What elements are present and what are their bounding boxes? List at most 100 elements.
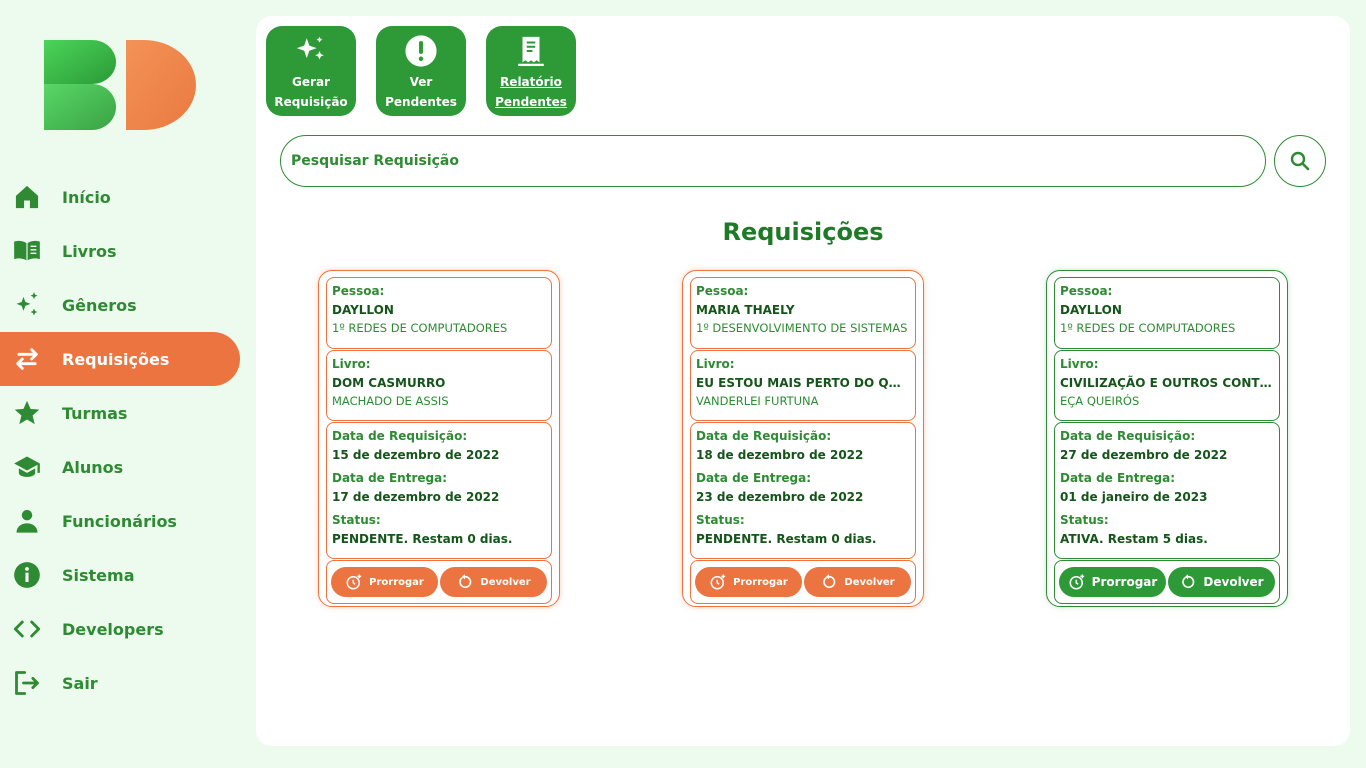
- extend-button[interactable]: Prorrogar: [695, 567, 802, 597]
- return-date-label: Data de Entrega:: [1060, 471, 1175, 485]
- person-label: Pessoa:: [332, 284, 385, 298]
- return-label: Devolver: [480, 576, 531, 588]
- book-label: Livro:: [332, 357, 371, 371]
- extend-label: Prorrogar: [733, 576, 788, 588]
- extend-button[interactable]: Prorrogar: [331, 567, 438, 597]
- sidebar-item-label: Sair: [62, 673, 98, 693]
- pending-report-button[interactable]: Relatório Pendentes: [486, 26, 576, 116]
- return-label: Devolver: [844, 576, 895, 588]
- view-pending-button[interactable]: Ver Pendentes: [376, 26, 466, 116]
- return-label: Devolver: [1203, 575, 1264, 589]
- refresh-icon: [459, 574, 472, 589]
- sidebar-nav: Início Livros Gêneros Requisições Turmas: [0, 170, 256, 710]
- sidebar-item-inicio[interactable]: Início: [0, 170, 240, 224]
- book-author: MACHADO DE ASSIS: [332, 394, 449, 408]
- card-actions: Prorrogar Devolver: [1054, 560, 1280, 604]
- search-button[interactable]: [1274, 135, 1326, 187]
- sidebar-item-requisicoes[interactable]: Requisições: [0, 332, 240, 386]
- book-section: Livro: EU ESTOU MAIS PERTO DO QUE VOCÊ I…: [690, 350, 916, 421]
- request-date: 27 de dezembro de 2022: [1060, 448, 1228, 462]
- return-date: 23 de dezembro de 2022: [696, 490, 864, 504]
- request-card: Pessoa: DAYLLON 1º REDES DE COMPUTADORES…: [318, 270, 560, 607]
- book-label: Livro:: [696, 357, 735, 371]
- sidebar-item-label: Sistema: [62, 565, 135, 585]
- person-class: 1º DESENVOLVIMENTO DE SISTEMAS: [696, 321, 908, 335]
- action-label: Ver Pendentes: [385, 75, 457, 109]
- person-name: DAYLLON: [1060, 303, 1122, 317]
- card-actions: Prorrogar Devolver: [690, 560, 916, 604]
- person-name: MARIA THAELY: [696, 303, 795, 317]
- book-title: EU ESTOU MAIS PERTO DO QUE VOCÊ IMAGINA: [696, 376, 910, 390]
- sidebar-item-generos[interactable]: Gêneros: [0, 278, 240, 332]
- clock-plus-icon: [710, 574, 726, 590]
- sidebar-item-alunos[interactable]: Alunos: [0, 440, 240, 494]
- sidebar-item-label: Alunos: [62, 457, 124, 477]
- person-name: DAYLLON: [332, 303, 394, 317]
- card-actions: Prorrogar Devolver: [326, 560, 552, 604]
- return-button[interactable]: Devolver: [804, 567, 911, 597]
- status-value: PENDENTE. Restam 0 dias.: [696, 532, 877, 546]
- book-icon: [12, 236, 42, 266]
- action-label: Relatório Pendentes: [495, 75, 567, 109]
- sparkles-icon: [294, 34, 328, 68]
- sparkles-icon: [12, 290, 42, 320]
- person-icon: [12, 506, 42, 536]
- extend-button[interactable]: Prorrogar: [1059, 567, 1166, 597]
- sidebar-item-developers[interactable]: Developers: [0, 602, 240, 656]
- sidebar-item-livros[interactable]: Livros: [0, 224, 240, 278]
- return-button[interactable]: Devolver: [440, 567, 547, 597]
- request-date: 15 de dezembro de 2022: [332, 448, 500, 462]
- sidebar-item-funcionarios[interactable]: Funcionários: [0, 494, 240, 548]
- extend-label: Prorrogar: [369, 576, 424, 588]
- graduation-cap-icon: [12, 452, 42, 482]
- sidebar-item-sistema[interactable]: Sistema: [0, 548, 240, 602]
- book-title: CIVILIZAÇÃO E OUTROS CONTOS: [1060, 376, 1274, 390]
- request-card: Pessoa: DAYLLON 1º REDES DE COMPUTADORES…: [1046, 270, 1288, 607]
- person-class: 1º REDES DE COMPUTADORES: [332, 321, 508, 335]
- receipt-icon: [514, 34, 548, 68]
- dates-section: Data de Requisição: 15 de dezembro de 20…: [326, 422, 552, 559]
- request-date-label: Data de Requisição:: [1060, 429, 1196, 443]
- book-title: DOM CASMURRO: [332, 376, 446, 390]
- sidebar-item-turmas[interactable]: Turmas: [0, 386, 240, 440]
- refresh-icon: [1182, 574, 1195, 589]
- arrows-exchange-icon: [12, 344, 42, 374]
- refresh-icon: [823, 574, 836, 589]
- status-value: PENDENTE. Restam 0 dias.: [332, 532, 513, 546]
- search-input[interactable]: [280, 135, 1266, 187]
- search-icon: [1290, 151, 1310, 171]
- sidebar: Início Livros Gêneros Requisições Turmas: [0, 0, 256, 768]
- sidebar-item-label: Funcionários: [62, 511, 177, 531]
- book-section: Livro: CIVILIZAÇÃO E OUTROS CONTOS EÇA Q…: [1054, 350, 1280, 421]
- return-date: 17 de dezembro de 2022: [332, 490, 500, 504]
- request-date: 18 de dezembro de 2022: [696, 448, 864, 462]
- sidebar-item-label: Início: [62, 187, 111, 207]
- sidebar-item-label: Requisições: [62, 349, 170, 369]
- page-title: Requisições: [722, 218, 884, 246]
- generate-request-button[interactable]: Gerar Requisição: [266, 26, 356, 116]
- person-section: Pessoa: MARIA THAELY 1º DESENVOLVIMENTO …: [690, 277, 916, 349]
- status-label: Status:: [1060, 513, 1109, 527]
- person-label: Pessoa:: [696, 284, 749, 298]
- return-date-label: Data de Entrega:: [332, 471, 447, 485]
- extend-label: Prorrogar: [1091, 575, 1158, 589]
- book-label: Livro:: [1060, 357, 1099, 371]
- alert-icon: [404, 34, 438, 68]
- clock-plus-icon: [346, 574, 362, 590]
- person-section: Pessoa: DAYLLON 1º REDES DE COMPUTADORES: [1054, 277, 1280, 349]
- dates-section: Data de Requisição: 27 de dezembro de 20…: [1054, 422, 1280, 559]
- return-date: 01 de janeiro de 2023: [1060, 490, 1208, 504]
- star-icon: [12, 398, 42, 428]
- request-card: Pessoa: MARIA THAELY 1º DESENVOLVIMENTO …: [682, 270, 924, 607]
- book-author: EÇA QUEIRÓS: [1060, 394, 1140, 408]
- sidebar-item-label: Livros: [62, 241, 117, 261]
- person-section: Pessoa: DAYLLON 1º REDES DE COMPUTADORES: [326, 277, 552, 349]
- sidebar-item-sair[interactable]: Sair: [0, 656, 240, 710]
- request-date-label: Data de Requisição:: [696, 429, 832, 443]
- brand-logo: [44, 40, 196, 130]
- person-class: 1º REDES DE COMPUTADORES: [1060, 321, 1236, 335]
- status-label: Status:: [332, 513, 381, 527]
- main-panel: Gerar Requisição Ver Pendentes Relatório…: [256, 16, 1350, 746]
- status-value: ATIVA. Restam 5 dias.: [1060, 532, 1208, 546]
- return-button[interactable]: Devolver: [1168, 567, 1275, 597]
